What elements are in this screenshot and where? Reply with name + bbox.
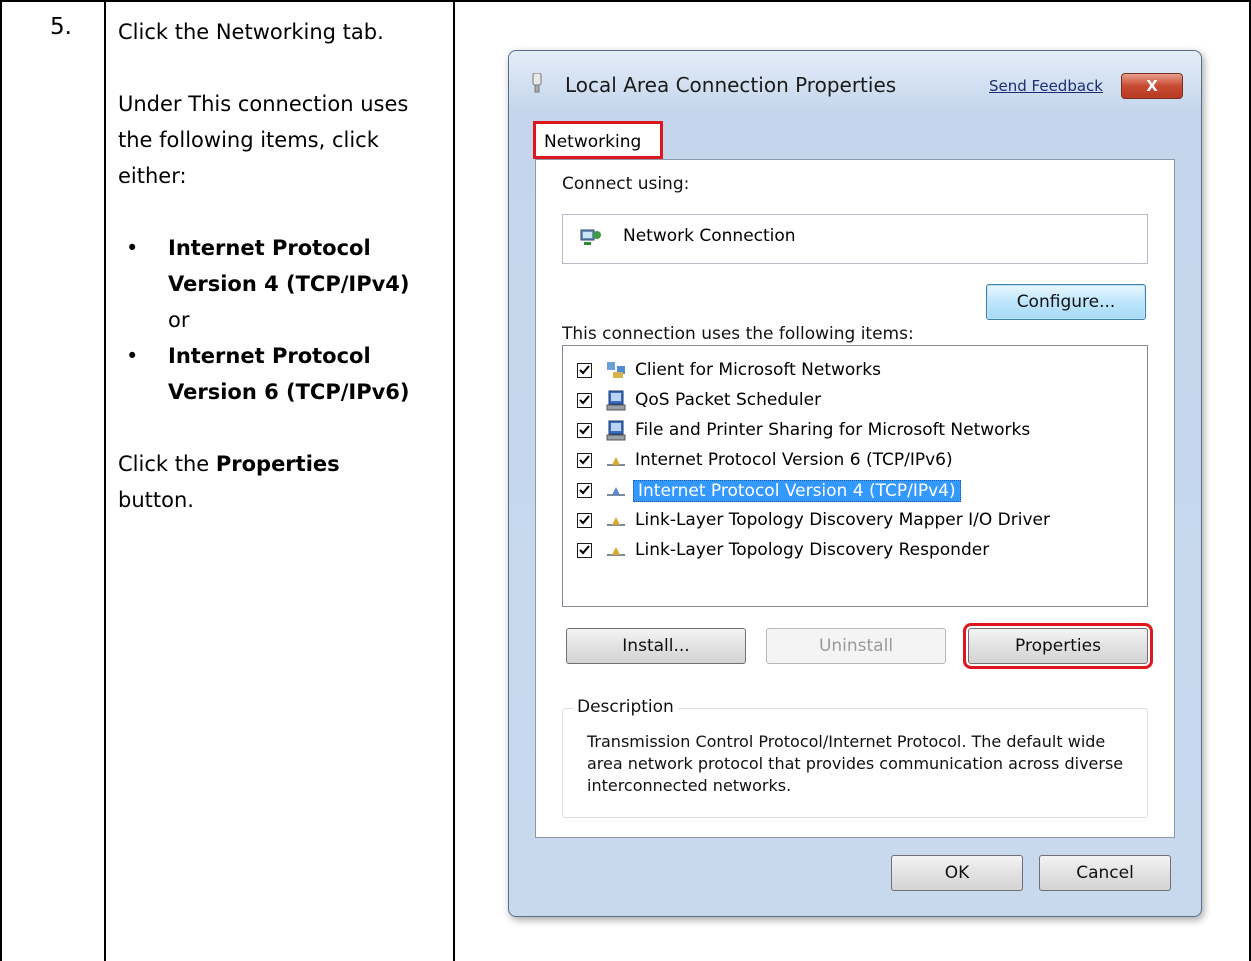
install-button[interactable]: Install... — [566, 628, 746, 664]
service-computer-icon — [606, 390, 626, 411]
protocol-icon — [607, 547, 625, 556]
properties-button[interactable]: Properties — [963, 623, 1153, 669]
protocol-icon — [607, 517, 625, 526]
ok-button[interactable]: OK — [891, 855, 1023, 891]
tab-networking[interactable]: Networking — [533, 121, 663, 159]
table-top-border — [0, 0, 1251, 2]
step-number: 5. — [50, 14, 72, 40]
description-title: Description — [573, 697, 678, 717]
close-button[interactable]: X — [1121, 73, 1183, 99]
uninstall-button[interactable]: Uninstall — [766, 628, 946, 664]
table-column-divider — [453, 0, 455, 961]
protocol-options-list: • Internet Protocol Version 4 (TCP/IPv4) o… — [118, 230, 448, 410]
checkmark-icon — [579, 395, 590, 405]
network-client-icon — [607, 362, 625, 378]
table-left-border — [0, 0, 2, 961]
items-label: This connection uses the following items… — [562, 324, 914, 344]
adapter-field: Network Connection — [562, 214, 1148, 264]
checkmark-icon — [579, 425, 590, 435]
instruction-line: Click the Properties button. — [118, 452, 340, 512]
item-label: Link-Layer Topology Discovery Mapper I/O… — [635, 510, 1050, 530]
close-icon: X — [1146, 77, 1158, 95]
description-group: Description Transmission Control Protoco… — [562, 697, 1148, 818]
item-label: Client for Microsoft Networks — [635, 360, 882, 380]
item-label: Internet Protocol Version 4 (TCP/IPv4) — [633, 480, 961, 502]
item-label: Link-Layer Topology Discovery Responder — [635, 540, 990, 560]
local-area-connection-properties-dialog: Local Area Connection Properties Send Fe… — [508, 50, 1202, 917]
dialog-titlebar[interactable]: Local Area Connection Properties Send Fe… — [509, 51, 1201, 123]
item-label: Internet Protocol Version 6 (TCP/IPv6) — [635, 450, 953, 470]
table-column-divider — [104, 0, 106, 961]
checkbox[interactable] — [577, 513, 592, 528]
list-item[interactable]: Link-Layer Topology Discovery Mapper I/O… — [577, 508, 1137, 536]
dialog-title: Local Area Connection Properties — [565, 73, 897, 97]
list-item[interactable]: Link-Layer Topology Discovery Responder — [577, 538, 1137, 566]
list-item[interactable]: File and Printer Sharing for Microsoft N… — [577, 418, 1137, 446]
instruction-line: Click the Networking tab. — [118, 20, 384, 44]
description-text: Transmission Control Protocol/Internet P… — [587, 732, 1124, 795]
network-connection-icon — [580, 229, 601, 245]
checkbox[interactable] — [577, 393, 592, 408]
checkbox[interactable] — [577, 543, 592, 558]
checkbox[interactable] — [577, 423, 592, 438]
protocol-icon — [607, 457, 625, 466]
send-feedback-link[interactable]: Send Feedback — [989, 77, 1103, 95]
checkmark-icon — [579, 485, 590, 495]
list-item[interactable]: Internet Protocol Version 6 (TCP/IPv6) — [577, 448, 1137, 476]
list-item: • Internet Protocol Version 6 (TCP/IPv6) — [126, 344, 410, 404]
list-item: • Internet Protocol Version 4 (TCP/IPv4) o… — [126, 236, 410, 332]
checkbox[interactable] — [577, 483, 592, 498]
checkmark-icon — [579, 365, 590, 375]
protocol-icon — [607, 487, 625, 496]
list-item[interactable]: QoS Packet Scheduler — [577, 388, 1137, 416]
checkmark-icon — [579, 545, 590, 555]
adapter-name: Network Connection — [623, 226, 796, 246]
checkmark-icon — [579, 455, 590, 465]
list-item-selected[interactable]: Internet Protocol Version 4 (TCP/IPv4) — [577, 478, 1137, 506]
list-item[interactable]: Client for Microsoft Networks — [577, 358, 1137, 386]
configure-button[interactable]: Configure... — [986, 284, 1146, 320]
network-adapter-icon — [532, 73, 542, 93]
instruction-line: Under This connection uses the following… — [118, 92, 409, 188]
cancel-button[interactable]: Cancel — [1039, 855, 1171, 891]
checkmark-icon — [579, 515, 590, 525]
service-computer-icon — [606, 420, 626, 441]
connection-items-list[interactable]: Client for Microsoft Networks QoS Packet… — [562, 345, 1148, 607]
checkbox[interactable] — [577, 363, 592, 378]
item-label: File and Printer Sharing for Microsoft N… — [635, 420, 1031, 440]
checkbox[interactable] — [577, 453, 592, 468]
step-instructions: Click the Networking tab. Under This con… — [118, 14, 448, 518]
networking-tab-panel: Connect using: Network Connection Config… — [535, 159, 1175, 838]
item-label: QoS Packet Scheduler — [635, 390, 822, 410]
connect-using-label: Connect using: — [562, 174, 690, 194]
